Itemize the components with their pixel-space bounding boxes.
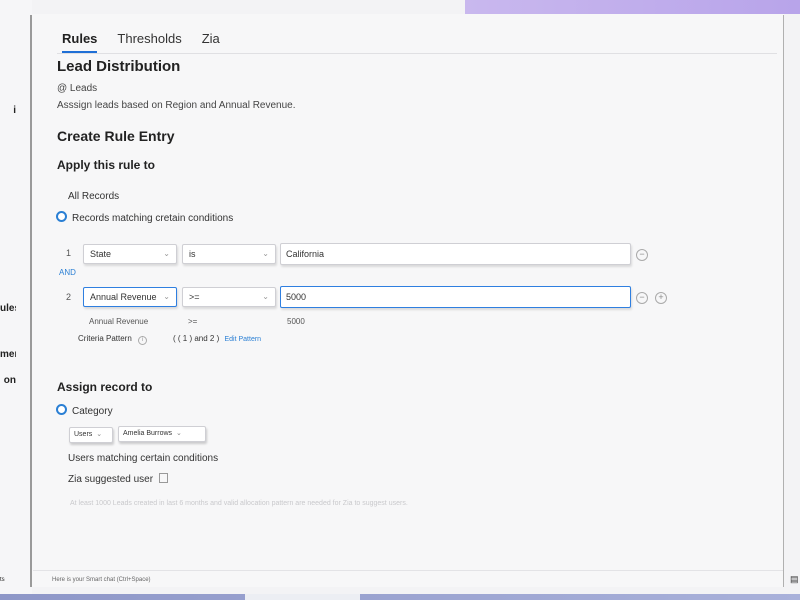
assign-record-heading: Assign record to [57,380,153,394]
rule-module: @ Leads [57,83,98,94]
create-rule-title: Create Rule Entry [57,128,175,144]
user-select[interactable]: Amelia Burrows ⌄ [118,426,206,442]
sidebar-item-partial-2[interactable]: ules [0,303,16,314]
condition-2-operator-value: >= [189,292,200,302]
condition-1-number: 1 [66,248,72,258]
right-divider [783,15,784,587]
tab-zia[interactable]: Zia [202,31,220,53]
top-decorative-strip [465,0,800,14]
zia-note: At least 1000 Leads created in last 6 mo… [70,500,408,507]
radio-selected-icon [56,211,67,222]
option-all-records[interactable]: All Records [68,191,119,202]
condition-1-operator-select[interactable]: is ⌄ [182,244,276,264]
left-sidebar: i ules ment on [0,0,32,594]
sidebar-item-partial-3[interactable]: ment [0,349,16,360]
condition-2-number: 2 [66,292,72,302]
bottom-decorative-strip [0,594,800,600]
chevron-down-icon: ⌄ [262,249,269,258]
criteria-pattern-row: Criteria Pattern i [78,334,148,345]
option-zia-label: Zia suggested user [68,474,154,485]
condition-1-operator-value: is [189,249,196,259]
condition-2-operator-select[interactable]: >= ⌄ [182,287,276,307]
users-select-value: Users [74,431,93,438]
criteria-pattern-label: Criteria Pattern [78,334,132,343]
smart-chat-hint[interactable]: Here is your Smart chat (Ctrl+Space) [52,577,151,583]
preview-field: Annual Revenue [89,317,149,326]
apply-rule-heading: Apply this rule to [57,158,156,172]
sidebar-item-partial-4[interactable]: on [0,375,16,386]
condition-2-value-input[interactable]: 5000 [280,286,631,308]
tab-thresholds[interactable]: Thresholds [117,31,181,53]
footer-right-icon[interactable]: ▤ [790,574,799,585]
preview-operator: >= [188,317,198,326]
option-records-matching-label: Records matching cretain conditions [72,213,234,224]
criteria-pattern-text: ( ( 1 ) and 2 ) [173,334,220,343]
user-select-value: Amelia Burrows [123,430,173,437]
option-category-label: Category [72,406,113,417]
chevron-down-icon: ⌄ [262,292,269,301]
chevron-down-icon: ⌄ [163,249,170,258]
tab-rules[interactable]: Rules [62,31,98,53]
chevron-down-icon: ⌄ [96,431,103,438]
tab-bar-divider [57,53,777,54]
preview-value: 5000 [287,317,305,326]
option-users-matching[interactable]: Users matching certain conditions [68,453,218,464]
and-connector: AND [59,268,76,277]
condition-2-field-select[interactable]: Annual Revenue ⌄ [83,287,177,307]
radio-selected-icon [56,404,67,415]
add-condition-icon[interactable]: + [655,292,667,304]
condition-2-field-value: Annual Revenue [90,292,157,302]
remove-condition-2-icon[interactable]: − [636,292,648,304]
remove-condition-1-icon[interactable]: − [636,249,648,261]
zia-info-icon [158,473,168,483]
option-category[interactable]: Category [56,404,113,417]
condition-1-field-value: State [90,249,112,259]
chevron-down-icon: ⌄ [163,292,170,301]
rule-description: Asssign leads based on Region and Annual… [57,100,296,111]
edit-pattern-link[interactable]: Edit Pattern [224,336,261,343]
sidebar-footer-partial: ts [0,577,5,583]
condition-1-field-select[interactable]: State ⌄ [83,244,177,264]
rule-title: Lead Distribution [57,58,181,75]
option-zia-suggested[interactable]: Zia suggested user [68,473,168,485]
chevron-down-icon: ⌄ [176,430,182,437]
tab-bar: Rules Thresholds Zia [62,31,220,53]
sidebar-item-partial-1[interactable]: i [0,105,16,116]
info-icon[interactable]: i [138,336,148,345]
condition-1-value-input[interactable]: California [280,243,631,265]
option-records-matching[interactable]: Records matching cretain conditions [56,211,233,224]
criteria-pattern-value: ( ( 1 ) and 2 ) Edit Pattern [173,334,261,343]
footer-divider [33,570,783,571]
users-select[interactable]: Users ⌄ [69,427,113,443]
